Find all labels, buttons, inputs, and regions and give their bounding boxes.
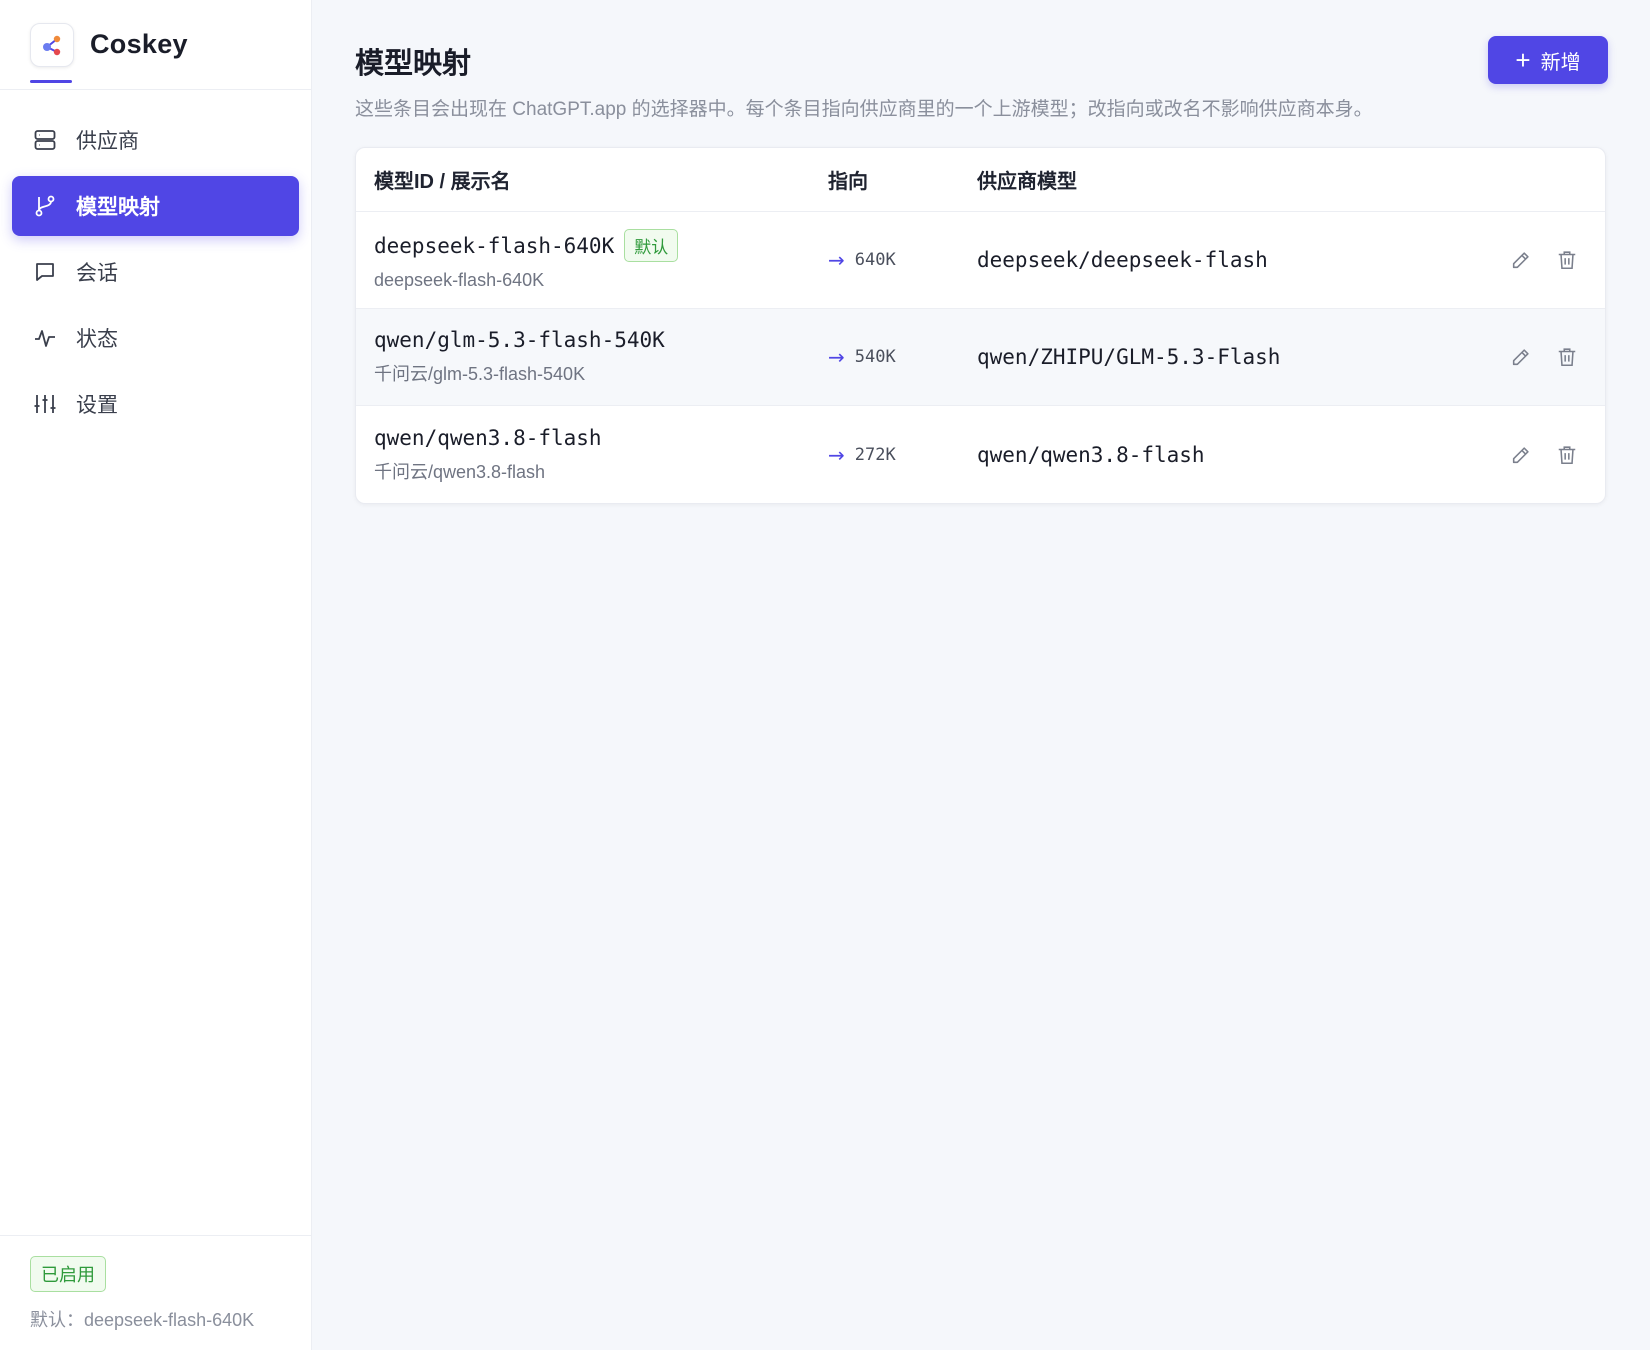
- trash-icon[interactable]: [1555, 443, 1579, 467]
- cell-id: deepseek-flash-640K 默认 deepseek-flash-64…: [356, 229, 828, 291]
- display-name: 千问云/qwen3.8-flash: [374, 461, 546, 482]
- model-id-wrap: deepseek-flash-640K 默认: [374, 229, 828, 262]
- app-logo-icon: [30, 22, 74, 67]
- arrow-right-icon: →: [828, 345, 845, 369]
- sidebar-item-label: 状态: [76, 328, 118, 351]
- brand-underline: [30, 80, 72, 83]
- branch-icon: [32, 193, 58, 219]
- plus-icon: +: [1515, 45, 1531, 75]
- model-id: qwen/glm-5.3-flash-540K: [374, 328, 665, 352]
- edit-icon[interactable]: [1509, 345, 1533, 369]
- cell-actions: [1475, 443, 1605, 467]
- table-row[interactable]: qwen/glm-5.3-flash-540K 千问云/glm-5.3-flas…: [356, 309, 1605, 406]
- model-id: deepseek-flash-640K: [374, 233, 615, 258]
- trash-icon[interactable]: [1555, 248, 1579, 272]
- page-title: 模型映射: [355, 48, 472, 80]
- cell-target: → 272K: [828, 443, 977, 467]
- default-model-text: 默认：deepseek-flash-640K: [30, 1310, 255, 1330]
- cell-target: → 640K: [828, 248, 977, 272]
- edit-icon[interactable]: [1509, 443, 1533, 467]
- mapping-table: 模型ID / 展示名 指向 供应商模型 deepseek-flash-640K …: [355, 147, 1606, 504]
- add-button[interactable]: + 新增: [1488, 36, 1608, 84]
- activity-icon: [32, 325, 58, 351]
- default-badge: 默认: [624, 229, 679, 262]
- add-button-label: 新增: [1540, 51, 1581, 74]
- target-value: 640K: [854, 250, 896, 270]
- model-id: qwen/qwen3.8-flash: [374, 425, 602, 450]
- sliders-icon: [32, 391, 58, 417]
- provider-model: qwen/ZHIPU/GLM-5.3-Flash: [977, 345, 1281, 369]
- page-description: 这些条目会出现在 ChatGPT.app 的选择器中。每个条目指向供应商里的一个…: [355, 99, 1373, 120]
- arrow-right-icon: →: [828, 248, 845, 272]
- server-icon: [32, 127, 58, 153]
- header-target: 指向: [828, 171, 868, 193]
- target-value: 540K: [854, 347, 896, 367]
- main-content: 模型映射 这些条目会出现在 ChatGPT.app 的选择器中。每个条目指向供应…: [312, 0, 1650, 1350]
- sidebar-item-status[interactable]: 状态: [12, 308, 299, 368]
- header-id: 模型ID / 展示名: [374, 171, 511, 193]
- sidebar-item-providers[interactable]: 供应商: [12, 110, 299, 170]
- sidebar-item-sessions[interactable]: 会话: [12, 242, 299, 302]
- provider-model: qwen/qwen3.8-flash: [977, 442, 1205, 467]
- sidebar-footer: 已启用 默认：deepseek-flash-640K: [0, 1235, 311, 1350]
- edit-icon[interactable]: [1509, 248, 1533, 272]
- status-badge: 已启用: [30, 1256, 106, 1292]
- display-name: 千问云/glm-5.3-flash-540K: [374, 364, 586, 384]
- chat-icon: [32, 259, 58, 285]
- display-name: deepseek-flash-640K: [374, 270, 545, 290]
- sidebar-item-label: 会话: [76, 262, 118, 285]
- cell-actions: [1475, 248, 1605, 272]
- table-header: 模型ID / 展示名 指向 供应商模型: [356, 148, 1605, 212]
- cell-id: qwen/glm-5.3-flash-540K 千问云/glm-5.3-flas…: [356, 328, 828, 386]
- model-id-wrap: qwen/glm-5.3-flash-540K: [374, 328, 828, 352]
- provider-model: deepseek/deepseek-flash: [977, 248, 1268, 272]
- sidebar-item-label: 设置: [76, 394, 118, 417]
- sidebar: Coskey 供应商 模型映射 会话 状态 设置 已启用 默认：deepseek…: [0, 0, 312, 1350]
- sidebar-nav: 供应商 模型映射 会话 状态 设置: [0, 90, 311, 434]
- cell-id: qwen/qwen3.8-flash 千问云/qwen3.8-flash: [356, 426, 828, 484]
- brand[interactable]: Coskey: [0, 0, 311, 90]
- sidebar-item-model-mapping[interactable]: 模型映射: [12, 176, 299, 236]
- model-id-wrap: qwen/qwen3.8-flash: [374, 426, 828, 450]
- cell-target: → 540K: [828, 345, 977, 369]
- cell-actions: [1475, 345, 1605, 369]
- app-root: Coskey 供应商 模型映射 会话 状态 设置 已启用 默认：deepseek…: [0, 0, 1650, 1350]
- target-value: 272K: [854, 444, 896, 465]
- sidebar-item-label: 供应商: [76, 130, 139, 153]
- table-row[interactable]: deepseek-flash-640K 默认 deepseek-flash-64…: [356, 212, 1605, 309]
- sidebar-item-settings[interactable]: 设置: [12, 374, 299, 434]
- table-row[interactable]: qwen/qwen3.8-flash 千问云/qwen3.8-flash → 2…: [356, 406, 1605, 503]
- arrow-right-icon: →: [828, 442, 845, 467]
- header-model: 供应商模型: [977, 171, 1077, 193]
- app-name: Coskey: [90, 29, 188, 59]
- trash-icon[interactable]: [1555, 345, 1579, 369]
- sidebar-item-label: 模型映射: [76, 196, 160, 219]
